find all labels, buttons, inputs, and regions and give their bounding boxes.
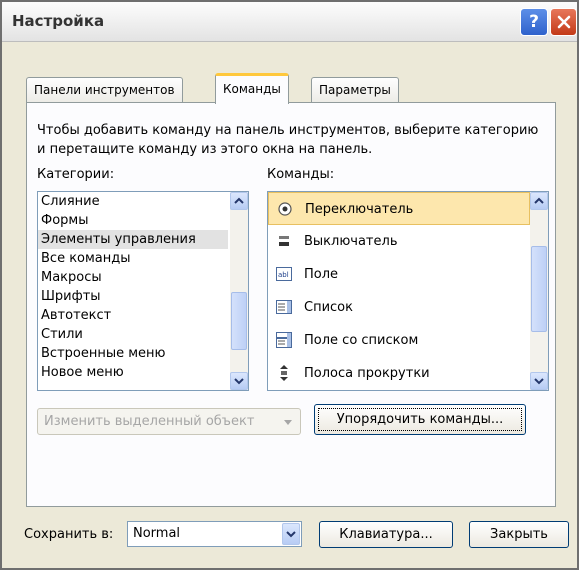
category-item[interactable]: Стили xyxy=(38,325,228,344)
scroll-up-button[interactable] xyxy=(230,192,248,210)
category-item[interactable]: Новое меню xyxy=(38,363,228,382)
command-item[interactable]: Выключатель xyxy=(268,225,530,258)
save-in-select[interactable]: Normal xyxy=(127,521,302,547)
scroll-up-button[interactable] xyxy=(530,192,548,210)
command-item[interactable]: abl Поле xyxy=(268,258,530,291)
scroll-bar-icon xyxy=(280,365,288,381)
dropdown-arrow-icon xyxy=(284,420,292,425)
commands-panel: Чтобы добавить команду на панель инструм… xyxy=(26,102,556,507)
radio-button-icon xyxy=(278,202,292,216)
commands-scrollbar[interactable] xyxy=(530,192,548,390)
chevron-down-icon xyxy=(234,378,244,385)
chevron-up-icon xyxy=(534,197,544,204)
commands-list[interactable]: Переключатель Выключатель abl Поле Списо… xyxy=(267,191,549,391)
toggle-icon xyxy=(279,236,289,246)
command-item-selected[interactable]: Переключатель xyxy=(268,192,530,225)
close-window-button[interactable] xyxy=(550,8,577,36)
category-item[interactable]: Формы xyxy=(38,211,228,230)
command-label: Список xyxy=(304,300,353,315)
command-label: Поле со списком xyxy=(304,333,419,348)
category-item[interactable]: Слияние xyxy=(38,192,228,211)
dialog-title: Настройка xyxy=(12,12,105,30)
tab-commands[interactable]: Команды xyxy=(215,73,289,104)
category-item[interactable]: Макросы xyxy=(38,268,228,287)
command-item[interactable]: Поле со списком xyxy=(268,324,530,357)
category-item-selected[interactable]: Элементы управления xyxy=(38,230,228,249)
scroll-down-button[interactable] xyxy=(230,372,248,390)
modify-selection-label: Изменить выделенный объект xyxy=(44,414,255,429)
category-item[interactable]: Встроенные меню xyxy=(38,344,228,363)
customize-dialog: Настройка ? Панели инструментов Команды … xyxy=(0,0,579,570)
categories-scrollbar[interactable] xyxy=(230,192,248,390)
chevron-down-icon xyxy=(286,531,296,538)
categories-label: Категории: xyxy=(37,167,115,182)
title-bar[interactable]: Настройка ? xyxy=(2,2,577,42)
modify-selection-button[interactable]: Изменить выделенный объект xyxy=(37,408,301,435)
categories-list[interactable]: Слияние Формы Элементы управления Все ко… xyxy=(37,191,249,391)
command-item[interactable]: Список xyxy=(268,291,530,324)
category-item[interactable]: Автотекст xyxy=(38,306,228,325)
tab-toolbars[interactable]: Панели инструментов xyxy=(26,77,183,103)
command-item[interactable]: Полоса прокрутки xyxy=(268,357,530,390)
command-label: Выключатель xyxy=(304,234,398,249)
list-box-icon xyxy=(276,300,292,314)
command-label: Переключатель xyxy=(305,202,414,217)
category-item[interactable]: Шрифты xyxy=(38,287,228,306)
close-button[interactable]: Закрыть xyxy=(469,521,569,548)
scroll-down-button[interactable] xyxy=(530,372,548,390)
chevron-up-icon xyxy=(234,197,244,204)
tab-options[interactable]: Параметры xyxy=(311,77,399,103)
save-in-dropdown-button[interactable] xyxy=(282,523,300,545)
scroll-thumb[interactable] xyxy=(531,246,547,332)
instructions-text: Чтобы добавить команду на панель инструм… xyxy=(37,123,539,157)
close-icon xyxy=(557,15,570,29)
save-in-label: Сохранить в: xyxy=(24,527,114,542)
text-field-icon: abl xyxy=(276,267,292,281)
category-item[interactable]: Все команды xyxy=(38,249,228,268)
command-label: Полоса прокрутки xyxy=(304,366,430,381)
help-button[interactable]: ? xyxy=(520,8,548,36)
chevron-down-icon xyxy=(534,378,544,385)
svg-text:abl: abl xyxy=(278,271,289,279)
command-label: Поле xyxy=(304,267,339,282)
keyboard-button[interactable]: Клавиатура... xyxy=(319,521,453,548)
scroll-thumb[interactable] xyxy=(231,292,247,350)
combo-box-icon xyxy=(276,332,292,348)
help-icon: ? xyxy=(529,12,539,32)
focus-ring xyxy=(318,408,522,431)
commands-label: Команды: xyxy=(267,167,335,182)
save-in-value: Normal xyxy=(133,526,181,541)
rearrange-commands-button[interactable]: Упорядочить команды... xyxy=(314,404,526,435)
